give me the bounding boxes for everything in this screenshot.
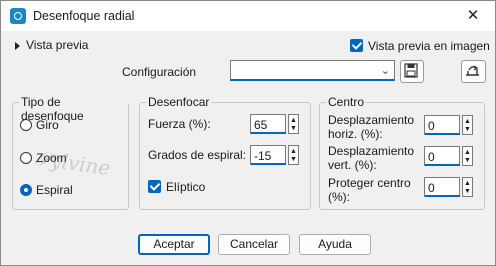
config-dropdown[interactable]: ⌄ [230, 60, 395, 81]
center-title: Centro [326, 95, 367, 109]
elliptic-label: Elíptico [166, 179, 206, 194]
spiral-input[interactable]: -15 [250, 145, 286, 165]
spin-down-icon[interactable]: ▼ [464, 157, 471, 164]
vert-input[interactable]: 0 [424, 146, 460, 166]
ok-button[interactable]: Aceptar [138, 234, 210, 255]
protect-label: Proteger centro (%): [328, 176, 411, 204]
blur-title: Desenfocar [146, 95, 212, 109]
spin-down-icon[interactable]: ▼ [290, 156, 297, 163]
preview-toggle[interactable]: Vista previa [15, 38, 88, 52]
horiz-input[interactable]: 0 [424, 115, 460, 135]
vert-stepper[interactable]: ▲ ▼ [462, 146, 473, 166]
radio-circle [20, 118, 32, 131]
radio-espiral[interactable]: Espiral [20, 182, 73, 197]
horiz-label: Desplazamiento horiz. (%): [328, 113, 415, 141]
spin-down-icon[interactable]: ▼ [290, 125, 297, 132]
chevron-down-icon: ⌄ [380, 65, 390, 77]
title-bar: Desenfoque radial ✕ [1, 1, 495, 31]
vert-label: Desplazamiento vert. (%): [328, 144, 415, 172]
check-icon [350, 39, 363, 53]
protect-stepper[interactable]: ▲ ▼ [462, 177, 473, 197]
radio-giro[interactable]: Giro [20, 117, 59, 132]
spin-down-icon[interactable]: ▼ [464, 126, 471, 133]
spiral-value: -15 [254, 149, 272, 163]
config-label: Configuración [122, 65, 197, 79]
spin-down-icon[interactable]: ▼ [464, 188, 471, 195]
reset-icon [466, 65, 479, 76]
window-title: Desenfoque radial [33, 9, 135, 23]
save-icon [404, 63, 418, 78]
spiral-label: Grados de espiral: [148, 148, 247, 162]
protect-input[interactable]: 0 [424, 177, 460, 197]
expand-triangle-icon [15, 41, 20, 50]
preview-label: Vista previa [26, 38, 89, 52]
close-icon[interactable]: ✕ [463, 6, 483, 26]
radio-circle-selected [20, 183, 32, 196]
spin-up-icon[interactable]: ▲ [464, 180, 471, 187]
radio-espiral-label: Espiral [36, 182, 73, 197]
radio-giro-label: Giro [36, 117, 59, 132]
image-preview-label: Vista previa en imagen [368, 38, 490, 53]
strength-label: Fuerza (%): [148, 117, 211, 131]
vert-value: 0 [428, 150, 435, 164]
strength-input[interactable]: 65 [250, 114, 286, 134]
horiz-stepper[interactable]: ▲ ▼ [462, 115, 473, 135]
radial-blur-app-icon [10, 8, 26, 24]
spin-up-icon[interactable]: ▲ [464, 149, 471, 156]
strength-value: 65 [254, 118, 268, 132]
spin-up-icon[interactable]: ▲ [464, 118, 471, 125]
reset-button[interactable] [461, 60, 486, 83]
spin-up-icon[interactable]: ▲ [290, 117, 297, 124]
spin-up-icon[interactable]: ▲ [290, 148, 297, 155]
save-config-button[interactable] [400, 60, 424, 83]
spiral-stepper[interactable]: ▲ ▼ [288, 145, 299, 165]
cancel-button[interactable]: Cancelar [218, 234, 290, 255]
elliptic-checkbox[interactable]: Elíptico [148, 179, 205, 194]
help-button[interactable]: Ayuda [299, 234, 371, 255]
radio-circle [20, 151, 32, 164]
check-icon [148, 180, 161, 194]
center-group: Centro Desplazamiento horiz. (%): 0 ▲ ▼ D… [319, 95, 485, 210]
protect-value: 0 [428, 181, 435, 195]
strength-stepper[interactable]: ▲ ▼ [288, 114, 299, 134]
horiz-value: 0 [428, 119, 435, 133]
image-preview-checkbox[interactable]: Vista previa en imagen [350, 38, 490, 53]
dialog-window: Desenfoque radial ✕ Vista previa Vista p… [0, 0, 496, 266]
